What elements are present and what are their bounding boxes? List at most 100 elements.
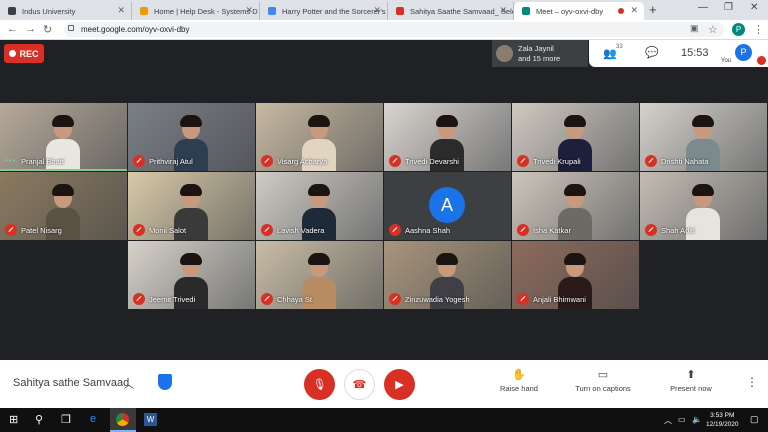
self-mic-off-icon [757,56,766,65]
present-now-button[interactable]: ⬆ Present now [668,368,714,393]
speaking-indicator-icon: ••• [5,156,17,165]
tab-title: Sahitya Saathe Samvaad_ Sele [410,6,514,16]
edge-icon[interactable]: e [90,413,96,425]
raise-hand-button[interactable]: ✋ Raise hand [496,368,542,393]
participant-tile[interactable]: Patel Nisarg [0,172,127,240]
tab-favicon-icon [396,7,404,15]
participant-tile[interactable]: Shah Aditi [640,172,767,240]
tab-favicon-icon [8,7,16,15]
tab-close-icon[interactable]: ✕ [373,5,381,16]
meeting-name[interactable]: Sahitya sathe Samvaad [13,377,129,389]
browser-tab[interactable]: Sahitya Saathe Samvaad_ Sele ✕ [388,2,514,20]
mic-off-icon [389,155,401,167]
avatar [496,45,513,62]
participant-name: Shah Aditi [661,226,695,235]
participant-tile[interactable]: ••• Pranjal Bhatt [0,103,127,171]
bookmark-star-icon[interactable]: ☆ [708,23,718,36]
join-notification: Zala Jaynil and 15 more [492,40,588,67]
participant-tile[interactable]: Trivedi Krupali [512,103,639,171]
participant-name: Patel Nisarg [21,226,62,235]
menu-kebab-icon[interactable]: ⋮ [753,23,764,36]
participant-tile[interactable]: A Aashna Shah [384,172,511,240]
mic-off-icon [645,155,657,167]
participant-name: Drishti Nahata [661,157,709,166]
volume-icon[interactable]: 🔈 [692,415,702,424]
maximize-icon[interactable]: ❐ [724,2,733,13]
hang-up-icon: ☎ [352,379,367,391]
close-window-icon[interactable]: ✕ [750,2,758,13]
reload-icon[interactable]: ↻ [43,23,52,36]
camera-toggle-button[interactable]: ▶ [384,369,415,400]
profile-avatar[interactable]: P [732,23,745,36]
captions-button[interactable]: ▭ Turn on captions [572,368,634,393]
present-label: Present now [670,384,712,393]
mic-off-icon [261,224,273,236]
more-options-icon[interactable]: ⋮ [746,375,758,389]
camera-off-icon: ▶ [395,379,404,391]
chrome-icon [116,413,129,426]
search-icon[interactable]: ⚲ [35,413,43,426]
participant-name: Visarg Acharya [277,157,328,166]
chrome-taskbar-button[interactable] [110,408,136,432]
recording-indicator-icon [618,8,624,14]
participant-tile[interactable]: Isha Katkar [512,172,639,240]
participant-tile[interactable]: Prithviraj Atul [128,103,255,171]
browser-tab[interactable]: Home | Help Desk - Systems D ✕ [132,2,260,20]
network-icon[interactable]: ▭ [678,415,686,424]
leave-call-button[interactable]: ☎ [344,369,375,400]
word-icon[interactable]: W [144,413,157,426]
participant-tile[interactable]: Zinzuwadia Yogesh [384,241,511,309]
mic-off-icon [133,155,145,167]
taskbar-date: 12/19/2020 [706,421,739,428]
participant-tile[interactable]: Lavish Vadera [256,172,383,240]
mic-toggle-button[interactable]: 🎙 [304,369,335,400]
captions-label: Turn on captions [575,384,631,393]
new-tab-icon[interactable]: + [649,2,657,17]
people-icon[interactable]: 👥 [603,47,617,60]
address-bar[interactable]: meet.google.com/oyv-oxvi-dby [64,22,724,37]
tab-close-icon[interactable]: ✕ [499,5,507,16]
participant-avatar: A [429,187,465,223]
lock-icon[interactable] [68,25,74,31]
forward-icon[interactable]: → [25,23,36,35]
tab-title: Meet – oyv-oxvi-dby [536,6,604,16]
tab-favicon-icon [268,7,276,15]
participant-count: 33 [616,44,623,50]
participant-name: Isha Katkar [533,226,571,235]
browser-tab-active[interactable]: Meet – oyv-oxvi-dby ✕ [514,2,644,20]
participant-tile[interactable]: Trivedi Devarshi [384,103,511,171]
participant-name: Chhaya St. [277,295,315,304]
tab-close-icon[interactable]: ✕ [245,5,253,16]
browser-toolbar: ← → ↻ meet.google.com/oyv-oxvi-dby ▣ ☆ P… [0,20,768,40]
mic-off-icon [261,155,273,167]
browser-tab[interactable]: Indus University ✕ [0,2,132,20]
task-view-icon[interactable]: ❐ [61,413,71,426]
speaking-border [0,169,127,171]
tab-close-icon[interactable]: ✕ [117,5,125,16]
participant-tile[interactable]: Anjali Bhimwani [512,241,639,309]
self-label: You [721,58,732,64]
windows-start-icon[interactable]: ⊞ [9,413,18,426]
shield-icon[interactable] [158,374,172,390]
camera-icon[interactable]: ▣ [690,23,699,34]
participant-tile[interactable]: Monil Salot [128,172,255,240]
tab-title: Indus University [22,6,76,16]
windows-taskbar: ⊞ ⚲ ❐ e W ︿ ▭ 🔈 3:53 PM 12/19/2020 ▢ [0,408,768,432]
rec-dot-icon [9,50,17,57]
tab-close-icon[interactable]: ✕ [630,5,638,16]
chat-icon[interactable]: 💬 [645,46,659,59]
participant-tile[interactable]: Jeemit Trivedi [128,241,255,309]
participant-tile[interactable]: Chhaya St. [256,241,383,309]
participant-tile[interactable]: Visarg Acharya [256,103,383,171]
participant-tile[interactable]: Drishti Nahata [640,103,767,171]
minimize-icon[interactable]: — [698,2,708,13]
self-avatar[interactable]: P [735,44,752,61]
taskbar-clock[interactable]: 3:53 PM 12/19/2020 [706,411,739,429]
tray-chevron-icon[interactable]: ︿ [664,415,672,426]
back-icon[interactable]: ← [7,23,18,35]
mic-off-icon [517,224,529,236]
participant-name: Zinzuwadia Yogesh [405,295,470,304]
chevron-up-icon[interactable]: ︿ [124,376,134,391]
browser-tab[interactable]: Harry Potter and the Sorcerer's ✕ [260,2,388,20]
notifications-icon[interactable]: ▢ [750,414,759,425]
